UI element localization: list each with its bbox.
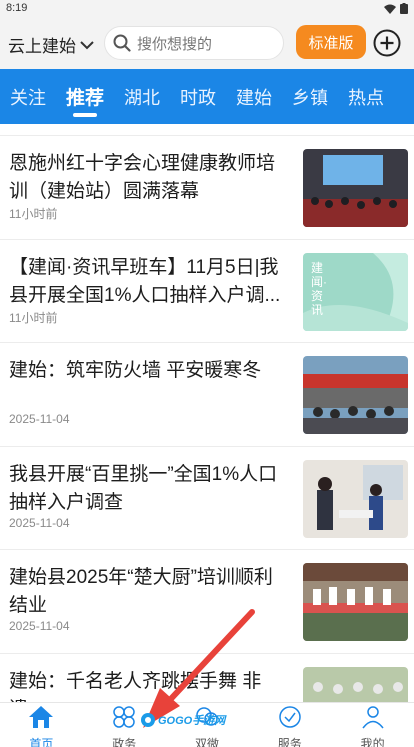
article-time: 2025-11-04 bbox=[9, 515, 70, 530]
tab-3[interactable]: 时政 bbox=[170, 69, 226, 124]
article-thumbnail[interactable] bbox=[303, 149, 408, 227]
news-feed[interactable]: 恩施州红十字会心理健康教师培训（建始站）圆满落幕 11小时前 【建闻·资讯早班车】1… bbox=[0, 124, 414, 702]
battery-icon bbox=[400, 3, 408, 14]
status-time: 8:19 bbox=[6, 2, 28, 14]
tab-2[interactable]: 湖北 bbox=[114, 69, 170, 124]
search-placeholder: 搜你想搜的 bbox=[137, 35, 213, 53]
profile-icon bbox=[360, 705, 386, 734]
edition-button[interactable]: 标准版 bbox=[296, 25, 366, 59]
article-item[interactable]: 【建闻·资讯早班车】11月5日|我县开展全国1%人口抽样入户调... 11小时前 建… bbox=[0, 240, 414, 343]
home-icon bbox=[28, 705, 54, 734]
article-thumbnail[interactable] bbox=[303, 459, 408, 538]
nav-item-3[interactable]: 服务 bbox=[248, 703, 331, 747]
tab-5[interactable]: 乡镇 bbox=[282, 69, 338, 124]
article-time: 11小时前 bbox=[9, 310, 58, 325]
article-item[interactable]: 恩施州红十字会心理健康教师培训（建始站）圆满落幕 11小时前 bbox=[0, 136, 414, 240]
nav-item-2[interactable]: 双微 bbox=[166, 703, 249, 747]
nav-item-4[interactable]: 我的 bbox=[331, 703, 414, 747]
article-list: 恩施州红十字会心理健康教师培训（建始站）圆满落幕 11小时前 【建闻·资讯早班车】1… bbox=[0, 136, 414, 702]
tab-1[interactable]: 推荐 bbox=[56, 69, 114, 124]
article-item[interactable]: 建始县2025年“楚大厨”培训顺利结业 2025-11-04 bbox=[0, 550, 414, 654]
article-item[interactable]: 我县开展“百里挑一”全国1%人口抽样入户调查 2025-11-04 bbox=[0, 447, 414, 550]
tab-label: 建始 bbox=[236, 87, 273, 108]
tab-label: 时政 bbox=[180, 87, 217, 108]
article-title: 建始：筑牢防火墙 平安暖寒冬 bbox=[9, 360, 262, 381]
article-item[interactable]: 建始：筑牢防火墙 平安暖寒冬 2025-11-04 bbox=[0, 343, 414, 447]
chevron-down-icon bbox=[80, 40, 94, 49]
top-bar: 云上建始 搜你想搜的 标准版 bbox=[0, 16, 414, 69]
tab-label: 关注 bbox=[10, 87, 46, 108]
tab-label: 乡镇 bbox=[292, 87, 329, 108]
tab-label: 湖北 bbox=[124, 87, 161, 108]
nav-item-0[interactable]: 首页 bbox=[0, 703, 83, 747]
active-tab-indicator bbox=[73, 113, 97, 117]
nav-label: 我的 bbox=[360, 737, 385, 747]
nav-label: 服务 bbox=[277, 737, 302, 747]
article-thumbnail[interactable] bbox=[303, 356, 408, 434]
tab-label: 推荐 bbox=[66, 88, 105, 109]
article-title: 建始：千名老人齐跳摆手舞 非遗... bbox=[9, 670, 262, 703]
article-time: 11小时前 bbox=[9, 207, 58, 221]
article-title: 建始县2025年“楚大厨”培训顺利结业 bbox=[9, 567, 273, 616]
channel-tabs: 关注 推荐 湖北 时政 建始 乡镇 热点 bbox=[0, 69, 394, 124]
article-thumbnail[interactable] bbox=[303, 666, 408, 702]
tab-0[interactable]: 关注 bbox=[0, 69, 56, 124]
tab-6[interactable]: 热点 bbox=[338, 69, 394, 124]
article-title: 恩施州红十字会心理健康教师培训（建始站）圆满落幕 bbox=[9, 153, 276, 202]
location-selector[interactable]: 云上建始 bbox=[8, 32, 94, 57]
article-time: 2025-11-04 bbox=[9, 412, 70, 426]
nav-label: 首页 bbox=[29, 737, 54, 747]
article-thumbnail[interactable] bbox=[303, 563, 408, 641]
wifi-icon bbox=[384, 4, 396, 14]
service-icon bbox=[277, 705, 303, 734]
status-icons bbox=[384, 3, 408, 14]
search-icon bbox=[113, 34, 131, 52]
article-time: 2025-11-04 bbox=[9, 619, 70, 633]
article-title: 我县开展“百里挑一”全国1%人口抽样入户调查 bbox=[9, 463, 278, 513]
article-item[interactable]: 建始：千名老人齐跳摆手舞 非遗... bbox=[0, 654, 414, 703]
channel-bar: 关注 推荐 湖北 时政 建始 乡镇 热点 bbox=[0, 69, 414, 124]
government-icon bbox=[111, 705, 137, 734]
nav-item-1[interactable]: 政务 bbox=[83, 703, 166, 747]
tab-4[interactable]: 建始 bbox=[226, 69, 282, 124]
location-label: 云上建始 bbox=[8, 37, 76, 56]
add-icon[interactable] bbox=[373, 29, 401, 57]
nav-label: 双微 bbox=[194, 737, 219, 747]
bottom-nav: 首页 政务 双微 服务 我的 bbox=[0, 702, 414, 747]
article-title: 【建闻·资讯早班车】11月5日|我县开展全国1%人口抽样入户调... bbox=[9, 256, 281, 306]
search-input[interactable]: 搜你想搜的 bbox=[104, 26, 284, 60]
article-thumbnail[interactable]: 建闻·资讯 bbox=[303, 252, 408, 331]
social-icon bbox=[194, 705, 220, 734]
nav-label: 政务 bbox=[112, 737, 137, 747]
thumbnail-text: 建闻·资讯 bbox=[311, 260, 327, 317]
status-bar: 8:19 bbox=[0, 0, 414, 16]
tab-label: 热点 bbox=[348, 87, 385, 108]
